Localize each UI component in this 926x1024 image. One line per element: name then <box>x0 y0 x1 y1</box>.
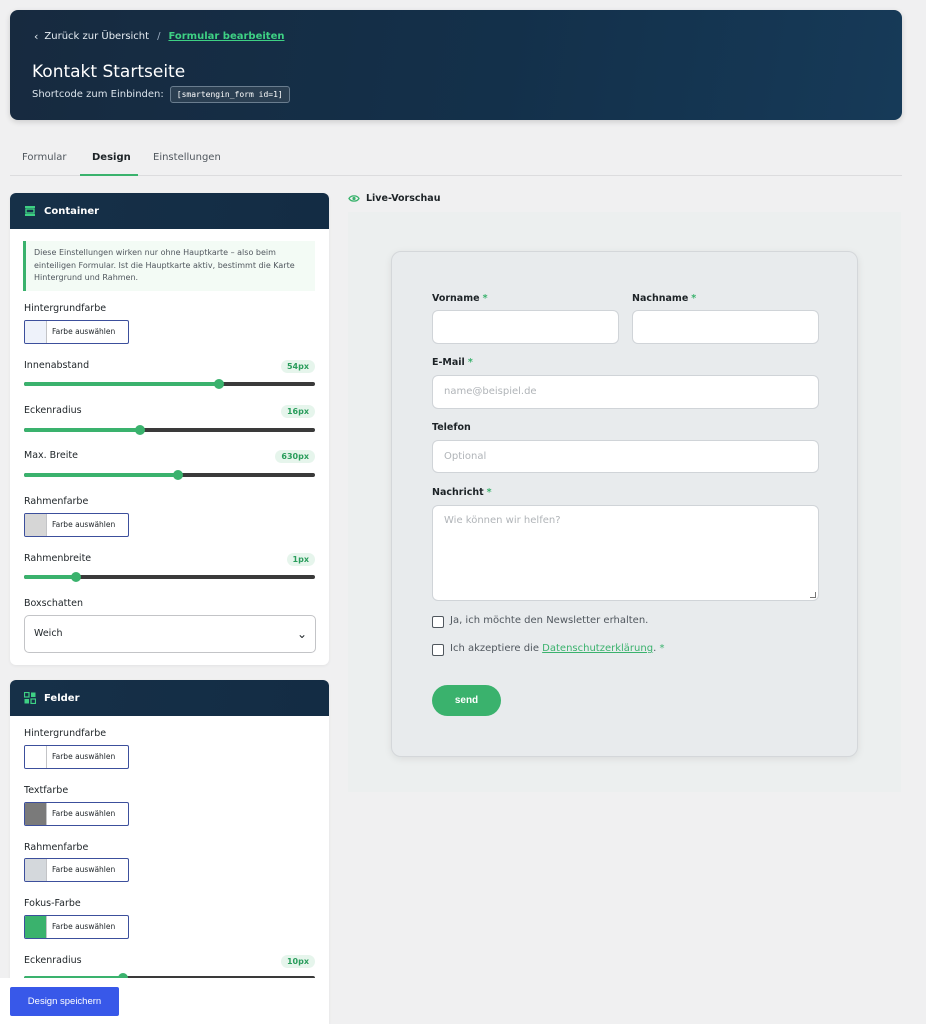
color-swatch <box>25 916 47 938</box>
fields-text-color-label: Textfarbe <box>24 785 69 796</box>
slider-handle[interactable] <box>71 572 82 582</box>
breadcrumb-separator: / <box>157 31 161 42</box>
nachname-label: Nachname * <box>632 293 697 304</box>
page-title: Kontakt Startseite <box>32 62 186 82</box>
container-panel-header: Container <box>10 193 329 229</box>
maxwidth-slider[interactable] <box>24 470 315 480</box>
container-panel: Container Diese Einstellungen wirken nur… <box>10 193 329 665</box>
nachname-input[interactable] <box>632 310 819 344</box>
breadcrumb: ‹ Zurück zur Übersicht / Formular bearbe… <box>34 30 284 43</box>
fields-panel-title: Felder <box>44 692 80 704</box>
nachricht-placeholder: Wie können wir helfen? <box>444 515 561 526</box>
fields-icon <box>24 692 36 704</box>
padding-value-badge: 54px <box>280 360 315 373</box>
color-button-label: Farbe auswählen <box>52 865 116 874</box>
shortcode-value[interactable]: [smartengin_form id=1] <box>169 86 290 103</box>
preview-label: Live-Vorschau <box>348 193 440 204</box>
radius-value-badge: 16px <box>280 405 315 418</box>
save-design-button[interactable]: Design speichern <box>10 987 119 1016</box>
shortcode-label: Shortcode zum Einbinden: <box>32 89 164 100</box>
resize-handle-icon[interactable] <box>810 592 816 598</box>
fields-panel: Felder Hintergrundfarbe Farbe auswählen … <box>10 680 329 1024</box>
color-swatch <box>25 746 47 768</box>
fields-focus-color-label: Fokus-Farbe <box>24 898 81 909</box>
active-tab-indicator <box>80 174 138 176</box>
maxwidth-label: Max. Breite <box>24 450 78 461</box>
color-button-label: Farbe auswählen <box>52 520 116 529</box>
slider-handle[interactable] <box>135 425 146 435</box>
border-width-value-badge: 1px <box>286 553 315 566</box>
border-width-slider[interactable] <box>24 572 315 582</box>
border-color-label: Rahmenfarbe <box>24 496 89 507</box>
chevron-left-icon[interactable]: ‹ <box>34 30 38 43</box>
preview-form-card: Vorname * Nachname * E-Mail * name@beispiel… <box>391 251 858 757</box>
tab-formular[interactable]: Formular <box>22 152 67 176</box>
shadow-select-value: Weich <box>34 628 63 639</box>
color-button-label: Farbe auswählen <box>52 809 116 818</box>
newsletter-label: Ja, ich möchte den Newsletter erhalten. <box>450 615 649 626</box>
preview-label-text: Live-Vorschau <box>366 193 441 204</box>
fields-bg-label: Hintergrundfarbe <box>24 728 107 739</box>
padding-slider[interactable] <box>24 379 315 389</box>
radius-slider[interactable] <box>24 425 315 435</box>
shortcode-row: Shortcode zum Einbinden: [smartengin_for… <box>32 86 290 103</box>
fields-radius-label: Eckenradius <box>24 955 82 966</box>
color-button-label: Farbe auswählen <box>52 752 116 761</box>
color-button-label: Farbe auswählen <box>52 327 116 336</box>
fields-panel-header: Felder <box>10 680 329 716</box>
privacy-checkbox[interactable] <box>432 644 444 656</box>
padding-label: Innenabstand <box>24 360 90 371</box>
fields-border-color-label: Rahmenfarbe <box>24 842 89 853</box>
current-crumb[interactable]: Formular bearbeiten <box>168 31 284 42</box>
shadow-label: Boxschatten <box>24 598 83 609</box>
email-input[interactable]: name@beispiel.de <box>432 375 819 409</box>
nachricht-label: Nachricht * <box>432 487 492 498</box>
email-label: E-Mail * <box>432 357 473 368</box>
border-width-label: Rahmenbreite <box>24 553 92 564</box>
color-swatch <box>25 803 47 825</box>
vorname-label: Vorname * <box>432 293 488 304</box>
fields-bg-color-button[interactable]: Farbe auswählen <box>24 745 129 769</box>
privacy-label: Ich akzeptiere die Datenschutzerklärung.… <box>450 643 665 654</box>
container-border-color-button[interactable]: Farbe auswählen <box>24 513 129 537</box>
fields-radius-value-badge: 10px <box>280 955 315 968</box>
telefon-label: Telefon <box>432 422 471 433</box>
container-panel-title: Container <box>44 205 100 217</box>
color-button-label: Farbe auswählen <box>52 922 116 931</box>
telefon-input[interactable]: Optional <box>432 440 819 473</box>
chevron-down-icon: ⌄ <box>296 627 307 641</box>
container-bg-color-button[interactable]: Farbe auswählen <box>24 320 129 344</box>
maxwidth-value-badge: 630px <box>275 450 315 463</box>
container-icon <box>25 206 35 216</box>
page-header: ‹ Zurück zur Übersicht / Formular bearbe… <box>10 10 902 120</box>
tab-bar: Formular Design Einstellungen <box>10 148 902 176</box>
vorname-input[interactable] <box>432 310 619 344</box>
container-bg-label: Hintergrundfarbe <box>24 303 107 314</box>
fields-focus-color-button[interactable]: Farbe auswählen <box>24 915 129 939</box>
slider-handle[interactable] <box>213 379 224 389</box>
tab-einstellungen[interactable]: Einstellungen <box>153 152 221 176</box>
back-link[interactable]: Zurück zur Übersicht <box>44 31 149 42</box>
fields-text-color-button[interactable]: Farbe auswählen <box>24 802 129 826</box>
shadow-select[interactable]: Weich ⌄ <box>24 615 316 653</box>
newsletter-checkbox[interactable] <box>432 616 444 628</box>
nachricht-textarea[interactable]: Wie können wir helfen? <box>432 505 819 601</box>
color-swatch <box>25 321 47 343</box>
send-button[interactable]: send <box>432 685 501 716</box>
color-swatch <box>25 859 47 881</box>
eye-icon <box>348 195 360 202</box>
slider-handle[interactable] <box>173 470 184 480</box>
tab-design[interactable]: Design <box>92 152 131 176</box>
radius-label: Eckenradius <box>24 405 82 416</box>
fields-border-color-button[interactable]: Farbe auswählen <box>24 858 129 882</box>
color-swatch <box>25 514 47 536</box>
privacy-link[interactable]: Datenschutzerklärung <box>542 643 653 654</box>
container-notice: Diese Einstellungen wirken nur ohne Haup… <box>23 241 315 291</box>
